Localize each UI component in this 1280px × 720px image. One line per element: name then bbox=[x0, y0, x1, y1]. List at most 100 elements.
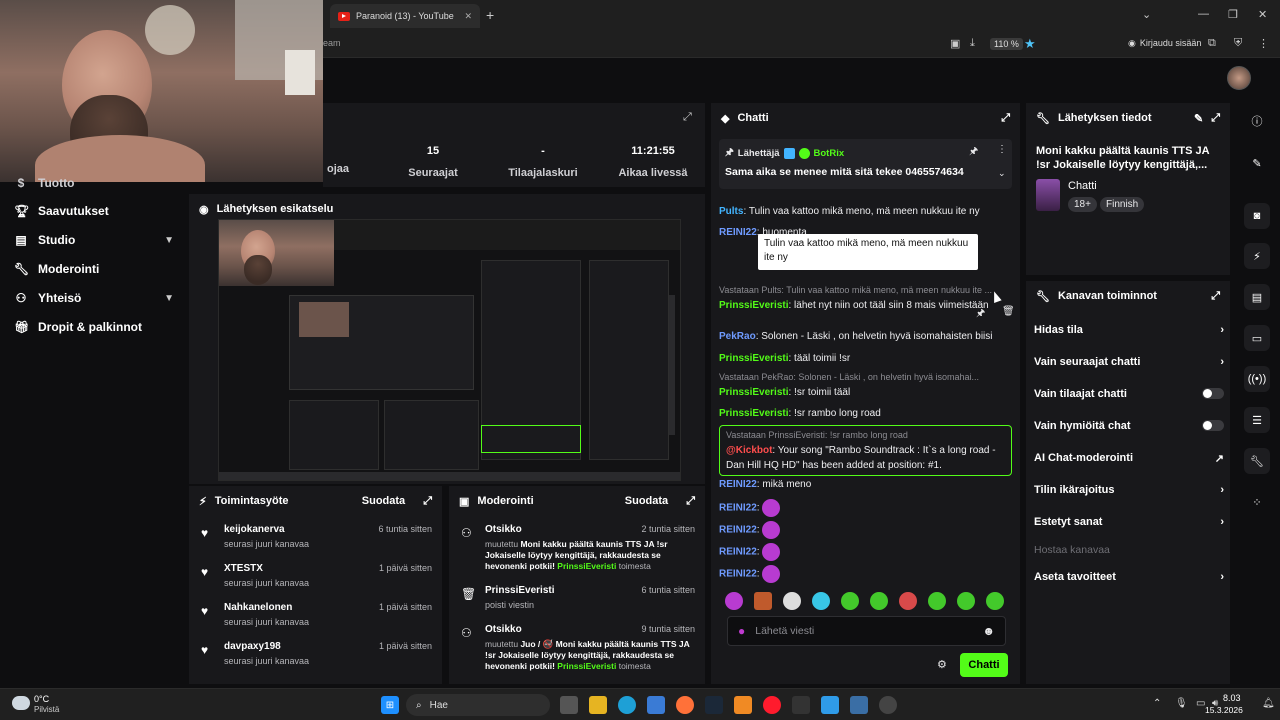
chevron-down-icon[interactable]: ⌄ bbox=[1142, 8, 1151, 21]
sidebar-item-partial[interactable]: $ Tuotto bbox=[14, 176, 174, 190]
chat-input[interactable]: ● Lähetä viesti ☻ bbox=[727, 616, 1006, 646]
app-icon[interactable] bbox=[821, 696, 839, 714]
emote-icon[interactable] bbox=[870, 592, 888, 610]
mic-icon[interactable]: 🎙︎ bbox=[1175, 698, 1188, 709]
close-window-icon[interactable]: ✕ bbox=[1258, 8, 1267, 21]
pin-toggle-icon[interactable]: 🖈︎ bbox=[969, 144, 978, 161]
emote-icon[interactable] bbox=[725, 592, 743, 610]
pin-message-icon[interactable]: 🖈︎ bbox=[976, 306, 985, 323]
expand-icon[interactable]: ⤢ bbox=[423, 495, 432, 508]
apps-icon[interactable]: ⁘ bbox=[1244, 489, 1270, 515]
emote-icon[interactable] bbox=[986, 592, 1004, 610]
sidebar-item-achievements[interactable]: 🏆︎ Saavutukset bbox=[14, 204, 174, 218]
star-icon[interactable]: ★ bbox=[1024, 36, 1036, 52]
clock-date[interactable]: 15.3.2026 bbox=[1205, 705, 1243, 715]
chat-message[interactable]: PekRao: Solonen - Läski , on helvetin hy… bbox=[719, 329, 1004, 344]
expand-icon[interactable]: ⤢ bbox=[1211, 290, 1220, 303]
sidebar-item-community[interactable]: ⚇ Yhteisö ▼ bbox=[14, 291, 174, 305]
shield-icon[interactable]: ⛨ bbox=[1234, 37, 1242, 50]
task-view-icon[interactable] bbox=[560, 696, 578, 714]
app-icon[interactable] bbox=[850, 696, 868, 714]
chat-message[interactable]: Vastataan Pults: Tulin vaa kattoo mikä m… bbox=[719, 283, 1004, 313]
chat-message[interactable]: REINI22: bbox=[719, 499, 1004, 517]
chat-message[interactable]: REINI22: bbox=[719, 543, 1004, 561]
download-icon[interactable]: ⤓ bbox=[970, 37, 975, 50]
wrench-icon[interactable]: 🔧︎ bbox=[1244, 448, 1270, 474]
expand-icon[interactable]: ⤢ bbox=[686, 495, 695, 508]
firefox-icon[interactable] bbox=[676, 696, 694, 714]
more-icon[interactable]: ⋮ bbox=[997, 144, 1007, 155]
action-blocked-words[interactable]: Estetyt sanat › bbox=[1034, 516, 1224, 528]
chat-message[interactable]: Vastataan PekRao: Solonen - Läski , on h… bbox=[719, 370, 1004, 400]
edge-icon[interactable] bbox=[618, 696, 636, 714]
action-set-goals[interactable]: Aseta tavoitteet › bbox=[1034, 571, 1224, 583]
activity-filter-button[interactable]: Suodata bbox=[362, 495, 405, 507]
toggle-switch[interactable] bbox=[1202, 420, 1224, 431]
bolt-icon[interactable]: ⚡︎ bbox=[1244, 243, 1270, 269]
expand-icon[interactable]: ⤢ bbox=[683, 111, 692, 124]
extensions-icon[interactable]: ⧉ bbox=[1208, 37, 1216, 50]
layout-icon[interactable]: ☰ bbox=[1244, 407, 1270, 433]
sidebar-item-moderation[interactable]: 🔧︎ Moderointi bbox=[14, 262, 174, 276]
store-icon[interactable] bbox=[647, 696, 665, 714]
chat-message[interactable]: PrinssiEveristi: tääl toimii !sr bbox=[719, 351, 1004, 366]
action-subscribers-only[interactable]: Vain tilaajat chatti bbox=[1034, 388, 1224, 400]
emote-icon[interactable] bbox=[899, 592, 917, 610]
chat-message[interactable]: Pults: Tulin vaa kattoo mikä meno, mä me… bbox=[719, 204, 1004, 219]
more-icon[interactable]: ⋮ bbox=[1258, 37, 1269, 50]
folder-icon[interactable] bbox=[589, 696, 607, 714]
toggle-switch[interactable] bbox=[1202, 388, 1224, 399]
moderation-filter-button[interactable]: Suodata bbox=[625, 495, 668, 507]
send-chat-button[interactable]: Chatti bbox=[960, 653, 1008, 677]
taskbar-search[interactable]: ⌕ Hae bbox=[406, 694, 550, 716]
edit-icon[interactable]: ✎ bbox=[1244, 150, 1270, 176]
chat-message[interactable]: REINI22: bbox=[719, 521, 1004, 539]
minimize-icon[interactable]: — bbox=[1198, 8, 1209, 20]
action-followers-only[interactable]: Vain seuraajat chatti › bbox=[1034, 356, 1224, 368]
chat-message[interactable]: REINI22: bbox=[719, 565, 1004, 583]
clock-time[interactable]: 8.03 bbox=[1223, 693, 1241, 703]
vlc-icon[interactable] bbox=[734, 696, 752, 714]
chevron-up-icon[interactable]: ⌃ bbox=[1153, 698, 1161, 709]
opera-icon[interactable] bbox=[763, 696, 781, 714]
info-icon[interactable]: ⓘ bbox=[1244, 108, 1270, 134]
steam-icon[interactable] bbox=[705, 696, 723, 714]
avatar[interactable] bbox=[1227, 66, 1251, 90]
picture-in-picture-icon[interactable]: ▣ bbox=[950, 37, 960, 50]
gear-icon[interactable]: ⚙ bbox=[937, 658, 947, 671]
expand-icon[interactable]: ⤢ bbox=[1211, 112, 1220, 125]
new-tab-icon[interactable]: + bbox=[486, 7, 494, 23]
action-slow-mode[interactable]: Hidas tila › bbox=[1034, 324, 1224, 336]
emote-icon[interactable] bbox=[957, 592, 975, 610]
notifications-icon[interactable]: 🔔︎ bbox=[1262, 698, 1275, 709]
camera-icon[interactable]: ◙ bbox=[1244, 203, 1270, 229]
chat-message-highlighted[interactable]: Vastataan PrinssiEveristi: !sr rambo lon… bbox=[719, 425, 1012, 476]
emote-icon[interactable] bbox=[841, 592, 859, 610]
zoom-indicator[interactable]: 110 % bbox=[990, 38, 1023, 50]
expand-icon[interactable]: ⤢ bbox=[1001, 112, 1010, 125]
login-button[interactable]: ◉ Kirjaudu sisään bbox=[1128, 38, 1201, 49]
pinned-message[interactable]: 🖈︎ Lähettäjä BotRix 🖈︎ ⋮ Sama aika se me… bbox=[719, 139, 1012, 189]
maximize-icon[interactable]: ❐ bbox=[1228, 8, 1238, 21]
action-age-restriction[interactable]: Tilin ikärajoitus › bbox=[1034, 484, 1224, 496]
chat-message[interactable]: REINI22: mikä meno bbox=[719, 477, 1004, 492]
browser-tab[interactable]: Paranoid (13) - YouTube ✕ bbox=[330, 4, 480, 28]
emoji-icon[interactable]: ☻ bbox=[982, 624, 995, 638]
url-text[interactable]: eam bbox=[323, 38, 341, 48]
edit-icon[interactable]: ✎ bbox=[1194, 112, 1203, 125]
obs-icon[interactable] bbox=[879, 696, 897, 714]
stream-preview-video[interactable] bbox=[218, 219, 681, 481]
chat-icon[interactable]: ▭ bbox=[1244, 325, 1270, 351]
emote-icon[interactable] bbox=[812, 592, 830, 610]
document-icon[interactable]: ▤ bbox=[1244, 284, 1270, 310]
chat-message[interactable]: PrinssiEveristi: !sr rambo long road bbox=[719, 406, 1004, 421]
terminal-icon[interactable] bbox=[792, 696, 810, 714]
weather-temp[interactable]: 0°C bbox=[34, 694, 49, 704]
close-tab-icon[interactable]: ✕ bbox=[464, 11, 472, 22]
sidebar-item-drops[interactable]: 🎁︎ Dropit & palkinnot bbox=[14, 320, 174, 334]
windows-start-icon[interactable]: ⊞ bbox=[381, 696, 399, 714]
delete-message-icon[interactable]: 🗑︎ bbox=[1002, 306, 1015, 317]
action-emotes-only[interactable]: Vain hymiöitä chat bbox=[1034, 420, 1224, 432]
sidebar-item-studio[interactable]: ▤ Studio ▼ bbox=[14, 233, 174, 247]
emote-icon[interactable] bbox=[783, 592, 801, 610]
